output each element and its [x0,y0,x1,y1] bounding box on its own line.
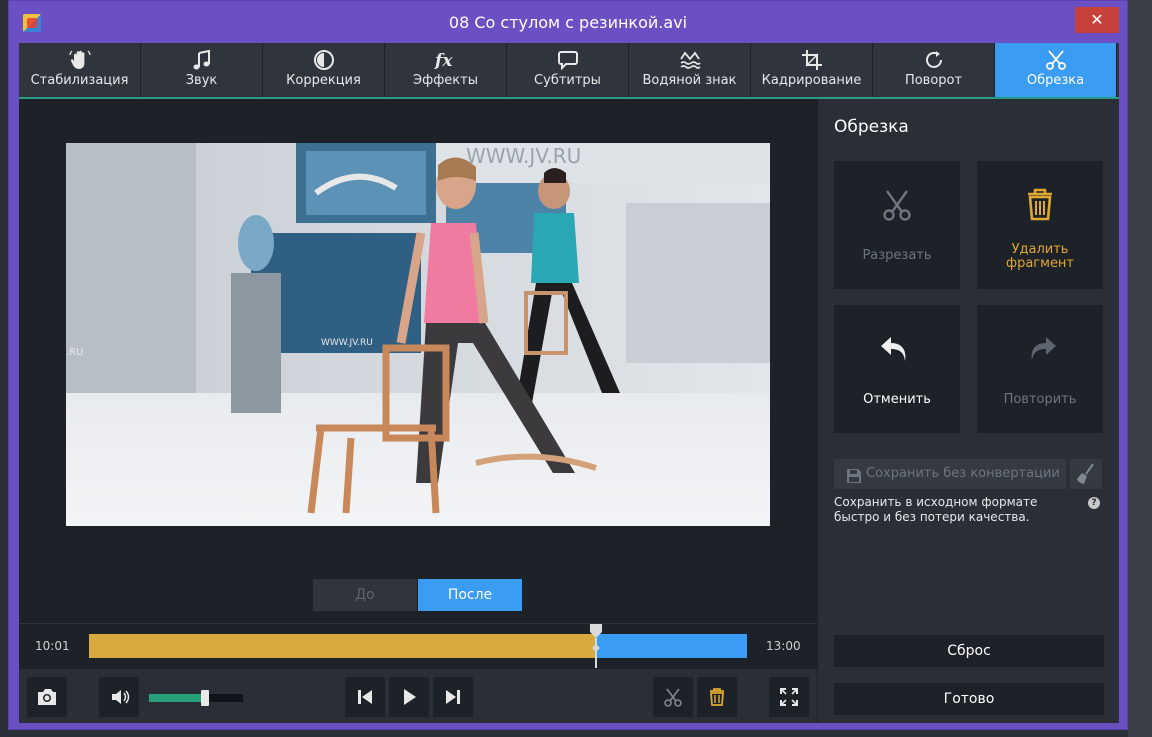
undo-label: Отменить [863,392,931,407]
redo-tile-button[interactable]: Повторить [977,305,1103,433]
scissors-icon [653,688,693,721]
next-button[interactable] [433,677,473,717]
cut-tile-button[interactable]: Разрезать [834,161,960,289]
timeline-track[interactable] [89,624,747,668]
cut-label: Разрезать [862,248,932,263]
crop-icon [751,43,872,73]
titlebar: 08 Со стулом с резинкой.avi ✕ [9,1,1127,43]
save-without-conversion-button[interactable]: Сохранить без конвертации [834,459,1066,489]
start-time: 10:01 [35,639,70,653]
play-button[interactable] [389,677,429,717]
playhead-handle[interactable] [589,624,602,668]
tab-label: Субтитры [534,73,601,88]
trim-dialog-window: 08 Со стулом с резинкой.avi ✕ Стабилизац… [8,0,1128,730]
tool-tabs: Стабилизация Звук Коррекция fx Эффекты С… [19,43,1119,99]
volume-level [149,694,206,702]
redo-label: Повторить [1003,392,1077,407]
tab-correction[interactable]: Коррекция [263,43,385,97]
scissors-icon [995,43,1116,73]
banner-logo-text: WWW.JV.RU [466,144,581,168]
skip-back-icon [345,690,385,721]
snapshot-button[interactable] [27,677,67,717]
background-window-edge [1128,0,1152,737]
trim-panel: Обрезка Разрезать Удалить фрагмент Отмен… [817,99,1119,723]
volume-knob[interactable] [201,690,210,706]
clean-button[interactable] [1070,459,1102,489]
speech-bubble-icon [507,43,628,73]
floppy-disk-icon [846,466,862,496]
after-toggle[interactable]: После [418,579,522,611]
volume-button[interactable] [99,677,139,717]
tab-watermark[interactable]: Водяной знак [629,43,751,97]
before-toggle[interactable]: До [313,579,417,611]
tab-label: Коррекция [286,73,361,88]
delete-button-small[interactable] [697,677,737,717]
playback-controls [19,669,817,723]
fullscreen-button[interactable] [769,677,809,717]
trim-timeline: 10:01 13:00 [19,623,817,669]
tab-label: Эффекты [413,73,478,88]
help-icon[interactable]: ? [1088,497,1100,509]
delete-fragment-tile-button[interactable]: Удалить фрагмент [977,161,1103,289]
watermark-icon [629,43,750,73]
save-without-conversion-label: Сохранить без конвертации [866,466,1060,481]
tab-trim[interactable]: Обрезка [995,43,1117,97]
wall-logo-text: WWW.JV.RU [321,338,373,348]
speaker-icon [99,690,139,721]
dialog-body: Стабилизация Звук Коррекция fx Эффекты С… [19,43,1119,723]
close-button[interactable]: ✕ [1075,7,1119,33]
trash-icon [977,185,1103,225]
fx-icon: fx [385,43,506,73]
tab-label: Водяной знак [642,73,737,88]
tab-sound[interactable]: Звук [141,43,263,97]
fullscreen-icon [769,688,809,721]
video-preview[interactable]: WWW.JV.RU WWW.JV.RU .RU [66,143,770,526]
delete-fragment-label: Удалить фрагмент [1005,242,1075,271]
tab-label: Поворот [904,73,963,88]
tab-rotate[interactable]: Поворот [873,43,995,97]
tab-stabilization[interactable]: Стабилизация [19,43,141,97]
video-frame-illustration: WWW.JV.RU WWW.JV.RU .RU [66,143,770,526]
save-description: Сохранить в исходном формате быстро и бе… [834,495,1038,524]
music-note-icon [141,43,262,73]
cut-button-small[interactable] [653,677,693,717]
tab-label: Кадрирование [761,73,862,88]
brush-icon [1070,463,1102,493]
volume-slider[interactable] [149,690,243,706]
tab-label: Обрезка [1026,73,1085,88]
window-title: 08 Со стулом с резинкой.avi [448,13,688,32]
rotate-icon [873,43,994,73]
redo-icon [977,329,1103,369]
done-button[interactable]: Готово [834,683,1104,715]
svg-text:fx: fx [434,51,453,71]
play-icon [389,689,429,721]
preview-area: WWW.JV.RU WWW.JV.RU .RU До После [19,99,817,623]
reset-button[interactable]: Сброс [834,635,1104,667]
tab-label: Стабилизация [30,73,129,88]
camera-icon [27,689,67,721]
scissors-icon [834,185,960,225]
trash-icon [697,688,737,721]
tab-label: Звук [185,73,218,88]
end-time: 13:00 [766,639,801,653]
hand-icon [19,43,140,73]
skip-forward-icon [433,690,473,721]
tab-subtitles[interactable]: Субтитры [507,43,629,97]
tab-effects[interactable]: fx Эффекты [385,43,507,97]
contrast-icon [263,43,384,73]
tab-crop[interactable]: Кадрирование [751,43,873,97]
undo-tile-button[interactable]: Отменить [834,305,960,433]
trimmed-segment [89,634,596,658]
undo-icon [834,329,960,369]
panel-title: Обрезка [834,117,909,137]
previous-button[interactable] [345,677,385,717]
edge-logo-text: .RU [66,347,83,358]
